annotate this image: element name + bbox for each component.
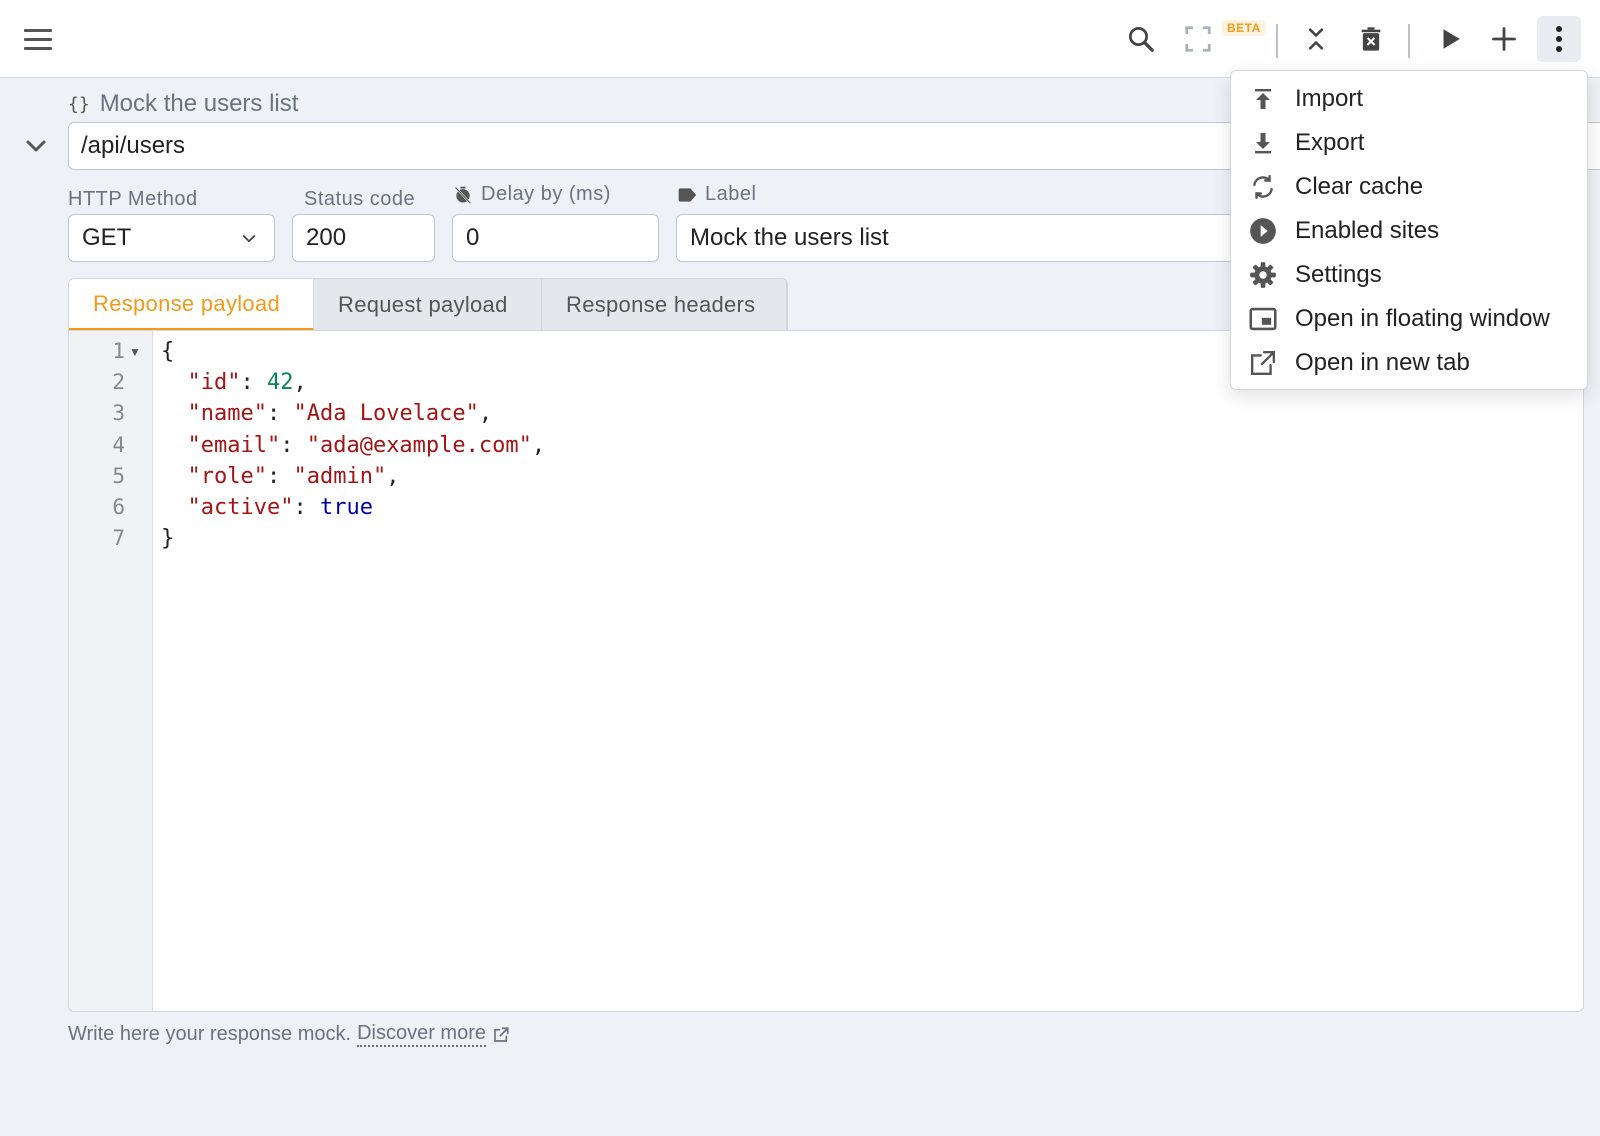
play-icon[interactable] <box>1428 16 1472 62</box>
download-icon <box>1249 129 1277 157</box>
label-label: Label <box>677 183 756 206</box>
menu-icon[interactable] <box>18 22 58 58</box>
http-method-value: GET <box>82 224 132 251</box>
play-circle-icon <box>1249 217 1277 245</box>
refresh-icon <box>1249 173 1277 201</box>
code-line: "active": true <box>187 495 373 520</box>
menu-item-open-new-tab[interactable]: Open in new tab <box>1231 341 1587 385</box>
tab-response-headers[interactable]: Response headers <box>542 279 787 330</box>
chevron-down-icon <box>242 235 256 243</box>
line-number: 7 <box>112 526 125 551</box>
search-icon[interactable] <box>1119 16 1163 62</box>
http-method-label: HTTP Method <box>68 188 198 210</box>
code-line: "id": 42, <box>187 370 307 396</box>
tab-request-payload[interactable]: Request payload <box>314 279 542 330</box>
line-number: 4 <box>112 432 125 457</box>
tag-icon <box>678 187 697 202</box>
status-code-input[interactable]: 200 <box>292 214 435 262</box>
delete-all-icon[interactable] <box>1349 16 1393 62</box>
line-number: 3 <box>112 401 125 426</box>
picture-in-picture-icon <box>1249 305 1277 333</box>
code-line: } <box>161 526 175 552</box>
open-external-icon <box>494 1026 509 1042</box>
code-line: "name": "Ada Lovelace", <box>187 401 493 427</box>
upload-icon <box>1249 85 1277 113</box>
collapse-all-icon[interactable] <box>1294 16 1338 62</box>
line-number: 1 <box>112 339 125 363</box>
timer-off-icon <box>454 186 472 204</box>
line-number: 6 <box>112 495 125 519</box>
add-icon[interactable] <box>1482 16 1526 62</box>
code-line: "email": "ada@example.com", <box>187 432 546 458</box>
more-vert-icon[interactable] <box>1537 16 1581 62</box>
code-line: "role": "admin", <box>187 463 400 489</box>
hint-text: Write here your response mock. <box>68 1023 352 1045</box>
beta-badge: BETA <box>1222 20 1266 36</box>
route-title: {} Mock the users list <box>68 88 298 120</box>
editor-tabs: Response payload Request payload Respons… <box>68 278 788 330</box>
label-input[interactable]: Mock the users list <box>676 214 1276 262</box>
status-code-label: Status code <box>304 188 416 210</box>
menu-item-settings[interactable]: Settings <box>1231 253 1587 297</box>
delay-label: Delay by (ms) <box>453 183 611 206</box>
menu-item-export[interactable]: Export <box>1231 121 1587 165</box>
line-number: 5 <box>112 463 125 488</box>
gear-icon <box>1249 261 1277 289</box>
menu-item-open-floating-window[interactable]: Open in floating window <box>1231 297 1587 341</box>
delay-input[interactable]: 0 <box>452 214 659 262</box>
menu-item-enabled-sites[interactable]: Enabled sites <box>1231 209 1587 253</box>
fold-toggle-icon[interactable]: ▼ <box>129 345 141 359</box>
menu-item-import[interactable]: Import <box>1231 77 1587 121</box>
code-editor[interactable]: 1 2 3 4 5 6 7 ▼ { "id": 42, "name": "Ada Lovela… <box>68 330 1584 1012</box>
top-toolbar: BETA <box>0 0 1600 78</box>
http-method-select[interactable]: GET <box>68 214 275 262</box>
menu-item-clear-cache[interactable]: Clear cache <box>1231 165 1587 209</box>
line-number-gutter: 1 2 3 4 5 6 7 ▼ <box>69 331 153 1011</box>
open-external-icon <box>1249 349 1277 377</box>
toolbar-separator <box>1408 24 1410 58</box>
more-options-menu: Import Export Clear cache Enabled sites … <box>1230 70 1588 390</box>
toolbar-separator <box>1276 24 1278 58</box>
chevron-down-icon[interactable] <box>20 130 52 162</box>
line-number: 2 <box>112 370 125 395</box>
fullscreen-icon[interactable] <box>1176 16 1220 62</box>
tab-response-payload[interactable]: Response payload <box>69 279 314 330</box>
editor-hint: Write here your response mock. Discover … <box>68 1022 510 1047</box>
braces-icon: {} <box>68 93 90 115</box>
route-title-text: Mock the users list <box>99 90 299 117</box>
code-line: { <box>161 339 175 364</box>
discover-more-link[interactable]: Discover more <box>357 1022 486 1047</box>
